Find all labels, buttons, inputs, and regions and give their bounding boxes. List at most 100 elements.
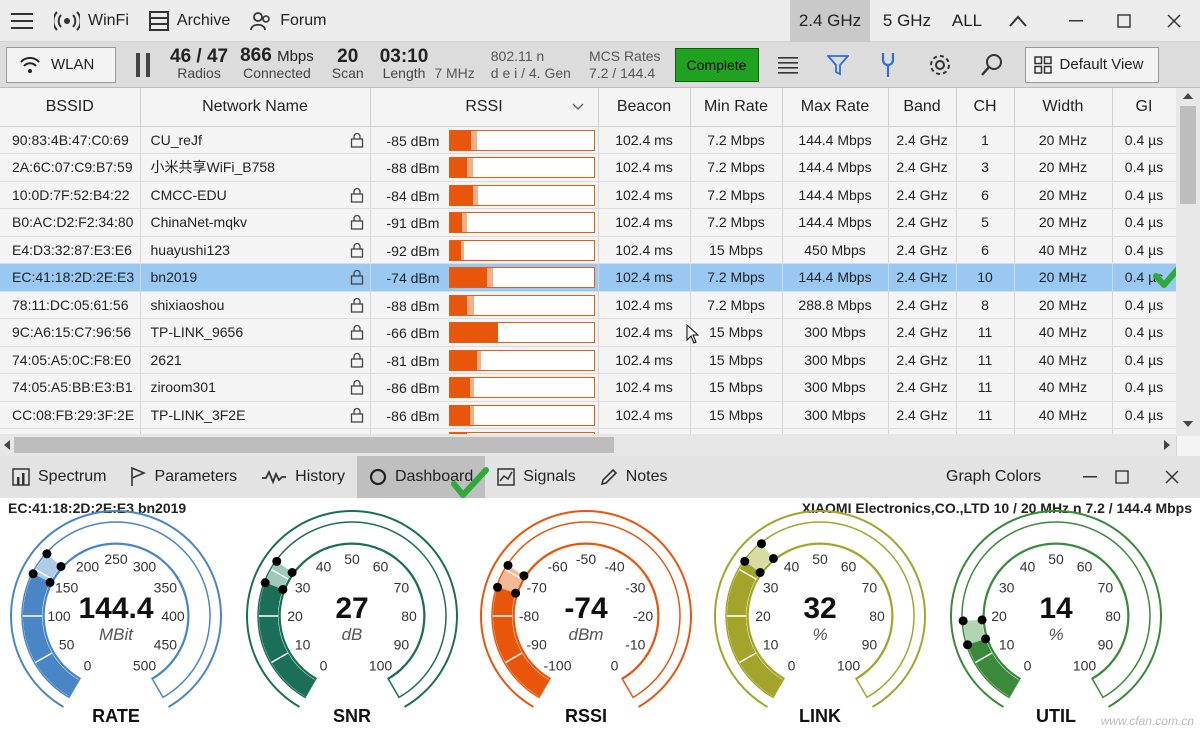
close-icon <box>1167 14 1181 28</box>
graph-colors-button[interactable]: Graph Colors <box>946 456 1041 498</box>
cell-network-name: 2621 <box>140 346 371 374</box>
gauge-tick-label: -60 <box>547 559 567 575</box>
column-header-rssi[interactable]: RSSI <box>370 88 599 127</box>
scroll-up-arrow-icon[interactable] <box>1176 88 1200 104</box>
gauge-tick-label: -40 <box>604 559 624 575</box>
tab-signals[interactable]: Signals <box>485 456 587 498</box>
horizontal-scroll-thumb[interactable] <box>14 437 614 453</box>
tab-parameters[interactable]: Parameters <box>118 456 249 498</box>
tools-button[interactable] <box>869 42 907 88</box>
panel-maximize-button[interactable] <box>1102 456 1142 498</box>
table-horizontal-scrollbar[interactable] <box>0 434 1176 456</box>
column-header-gi[interactable]: GI <box>1112 88 1177 127</box>
band-24ghz-tab[interactable]: 2.4 GHz <box>790 0 870 42</box>
table-row[interactable]: CC:08:FB:29:3F:2E TP-LINK_3F2E -86 dBm 102.… <box>0 401 1177 429</box>
complete-status-button[interactable]: Complete <box>674 47 759 82</box>
scroll-right-arrow-icon[interactable] <box>1160 434 1174 456</box>
table-vertical-scrollbar[interactable] <box>1176 88 1200 436</box>
hamburger-menu-button[interactable] <box>0 0 44 42</box>
gauge-tick-label: 200 <box>76 559 100 575</box>
rssi-value: -86 dBm <box>386 407 440 424</box>
column-header-band[interactable]: Band <box>888 88 957 127</box>
tab-notes[interactable]: Notes <box>588 456 680 498</box>
gauge-tick-label: 80 <box>869 608 885 624</box>
table-row[interactable]: 78:11:DC:05:61:56 shixiaoshou -88 dBm 102.4… <box>0 291 1177 319</box>
minimize-button[interactable] <box>1052 0 1100 42</box>
column-header-min-rate[interactable]: Min Rate <box>690 88 783 127</box>
cell-gi: 0.4 µs <box>1112 318 1177 347</box>
gear-icon <box>929 54 950 75</box>
standard-line1: 802.11 n <box>490 47 545 64</box>
gauge-util: 0 10 20 30 40 50 60 70 80 90100 14% UTIL <box>950 510 1162 726</box>
cell-rssi: -88 dBm <box>370 153 599 182</box>
cell-rssi: -74 dBm <box>370 263 599 292</box>
lock-icon <box>350 325 363 340</box>
tab-spectrum[interactable]: Spectrum <box>0 456 118 498</box>
collapse-button[interactable] <box>994 0 1042 42</box>
cell-bssid: E4:D3:32:87:E3:E6 <box>0 236 141 264</box>
rssi-value: -66 dBm <box>386 325 440 341</box>
band-5ghz-tab[interactable]: 5 GHz <box>870 0 944 42</box>
cell-width: 20 MHz <box>1014 126 1113 154</box>
lock-icon <box>350 242 363 258</box>
mcs-info: MCS Rates 7.2 / 144.4 <box>589 48 661 82</box>
column-header-bssid[interactable]: BSSID <box>0 88 141 127</box>
gauge-marker-dot <box>260 578 270 588</box>
table-row[interactable]: 9C:A6:15:C7:96:56 TP-LINK_9656 -66 dBm 102.… <box>0 318 1177 347</box>
band-all-tab[interactable]: ALL <box>944 0 990 42</box>
signals-icon <box>497 468 515 486</box>
dashboard-checkmark-icon <box>451 467 489 498</box>
lock-icon <box>350 380 363 395</box>
gauge-tick-label: 70 <box>1098 580 1114 596</box>
maximize-button[interactable] <box>1100 0 1148 42</box>
table-row[interactable]: E4:D3:32:87:E3:E6 huayushi123 -92 dBm 102.4… <box>0 236 1177 264</box>
rssi-level-fill <box>449 405 470 425</box>
settings-button[interactable] <box>921 42 959 88</box>
default-view-button[interactable]: Default View <box>1024 46 1159 83</box>
rssi-level-fill <box>449 130 472 150</box>
cell-network-name: TP-LINK_3F2E <box>140 401 371 429</box>
column-header-network-name[interactable]: Network Name <box>140 88 371 127</box>
vertical-scroll-thumb[interactable] <box>1180 106 1196 204</box>
column-header-max-rate[interactable]: Max Rate <box>782 88 889 127</box>
cell-width: 20 MHz <box>1014 291 1113 319</box>
cell-ch: 11 <box>956 373 1015 402</box>
table-row[interactable]: 90:83:4B:47:C0:69 CU_reJf -85 dBm 102.4 ms 7… <box>0 126 1177 154</box>
list-view-button[interactable] <box>769 42 807 88</box>
table-row[interactable]: 74:05:A5:0C:F8:E0 2621 -81 dBm 102.4 ms 15 M… <box>0 346 1177 374</box>
cell-ch: 6 <box>956 236 1015 264</box>
connected-label: Connected <box>243 65 311 81</box>
gauge-name-label: RSSI <box>565 706 607 726</box>
table-row[interactable]: B0:AC:D2:F2:34:80 ChinaNet-mqkv -91 dBm 102… <box>0 208 1177 237</box>
table-row[interactable]: 10:0D:7F:52:B4:22 CMCC-EDU -84 dBm 102.4 ms… <box>0 181 1177 209</box>
column-header-width[interactable]: Width <box>1014 88 1113 127</box>
close-button[interactable] <box>1150 0 1198 42</box>
scroll-left-arrow-icon[interactable] <box>0 434 14 456</box>
tab-archive[interactable]: Archive <box>139 0 240 42</box>
tab-winfi[interactable]: WinFi <box>44 0 139 42</box>
cell-min: 7.2 Mbps <box>690 291 783 319</box>
table-row[interactable]: 2A:6C:07:C9:B7:59 小米共享WiFi_B758 -88 dBm 102… <box>0 153 1177 182</box>
pause-button[interactable] <box>122 42 164 88</box>
wlan-button[interactable]: WLAN <box>6 46 116 83</box>
rssi-level-fill <box>449 185 473 205</box>
table-row[interactable]: EC:41:18:2D:2E:E3 bn2019 -74 dBm 102.4 ms 7.… <box>0 263 1177 292</box>
column-header-beacon[interactable]: Beacon <box>598 88 691 127</box>
table-row[interactable]: 74:05:A5:BB:E3:B1 ziroom301 -86 dBm 102.4 m… <box>0 373 1177 402</box>
search-button[interactable] <box>973 42 1011 88</box>
filter-button[interactable] <box>819 42 857 88</box>
rssi-level-fill <box>449 323 499 342</box>
cell-network-name: shixiaoshou <box>140 291 371 319</box>
gauge-marker-dot <box>977 615 987 625</box>
cell-width: 20 MHz <box>1014 263 1113 292</box>
gauge-marker-dot <box>981 634 991 644</box>
cell-width: 20 MHz <box>1014 153 1113 182</box>
gauge-tick-label: 350 <box>154 580 178 596</box>
scroll-down-arrow-icon[interactable] <box>1176 416 1200 432</box>
tab-forum[interactable]: Forum <box>240 0 336 42</box>
cell-network-name: TP-LINK_9656 <box>140 318 371 347</box>
panel-close-button[interactable] <box>1152 456 1192 498</box>
column-header-ch[interactable]: CH <box>956 88 1015 127</box>
tab-history[interactable]: History <box>249 456 357 498</box>
cell-rssi: -92 dBm <box>370 236 599 264</box>
